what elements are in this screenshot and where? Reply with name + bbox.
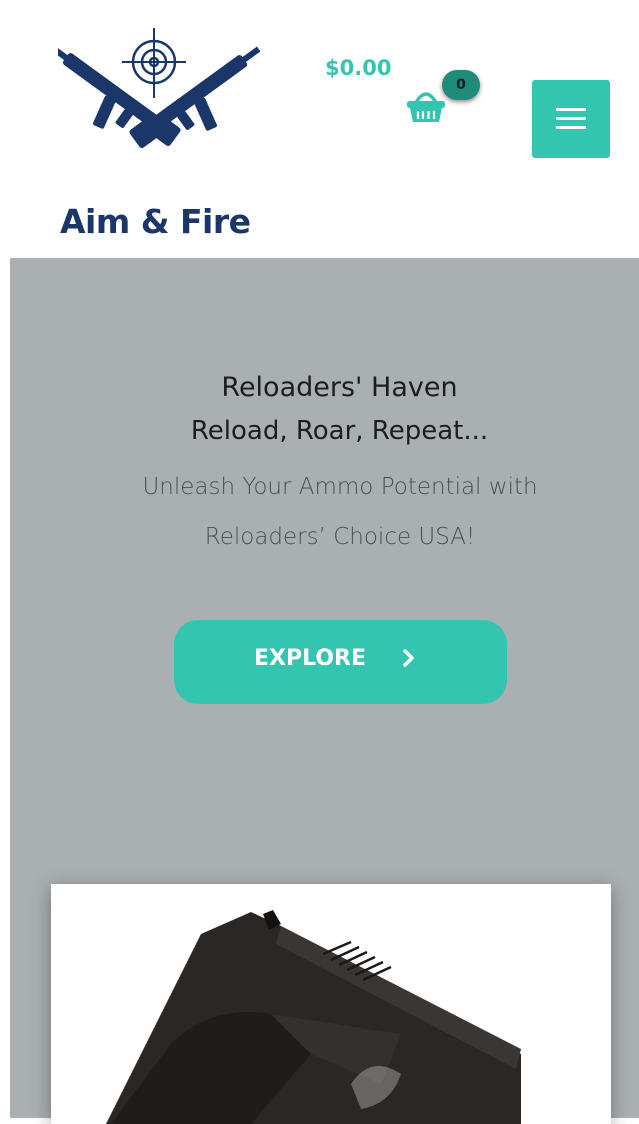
hero-tagline: Unleash Your Ammo Potential with Reloade… [142,474,538,550]
basket-icon [407,92,445,122]
brand-name: Aim & Fire [60,202,251,241]
explore-button[interactable]: EXPLORE [174,620,507,704]
hamburger-icon [556,108,586,111]
product-card[interactable] [51,884,611,1124]
cart-button[interactable]: 0 [404,70,484,130]
chevron-right-icon [403,649,414,667]
site-header: Aim & Fire $0.00 0 [0,0,639,258]
menu-toggle-button[interactable] [532,80,610,158]
hero-subtitle: Reload, Roar, Repeat... [190,416,489,446]
site-logo[interactable]: Aim & Fire [58,26,268,241]
pistol-product-image [106,910,521,1124]
hero-title: Reloaders' Haven [221,372,458,403]
crossed-rifles-crosshair-logo-icon [58,28,261,149]
explore-label: EXPLORE [254,646,367,671]
cart-count-badge: 0 [442,70,480,100]
cart-total[interactable]: $0.00 [325,50,395,86]
